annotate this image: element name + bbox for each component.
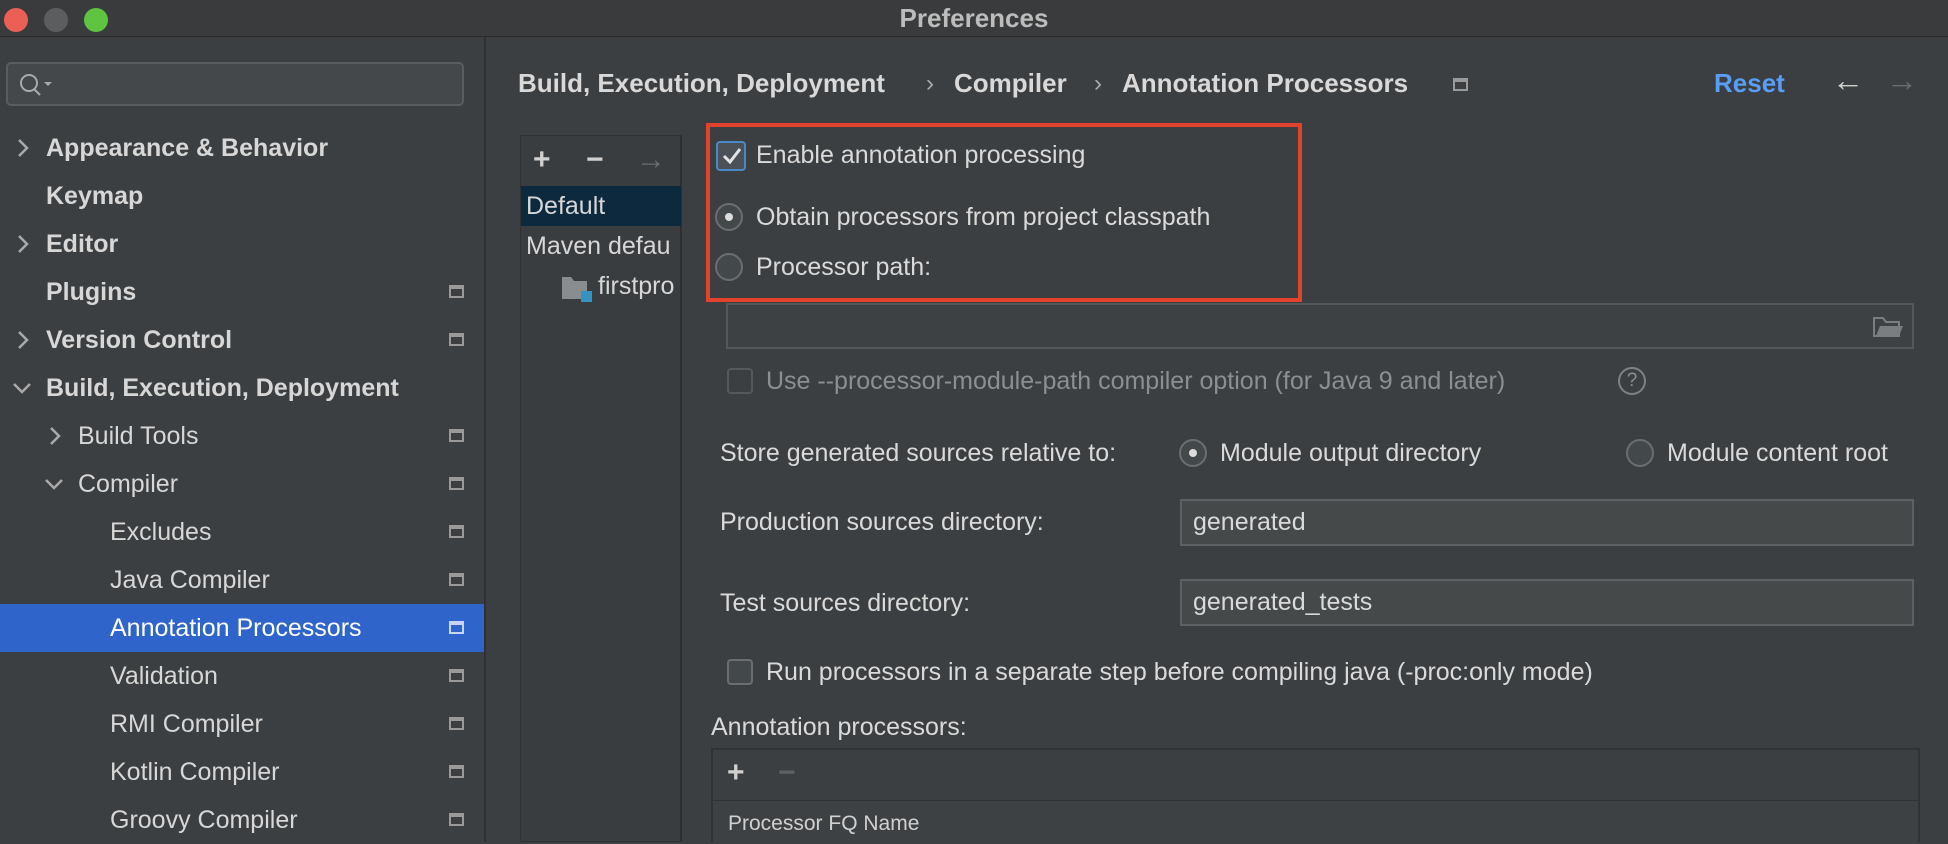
- forward-arrow-icon[interactable]: →: [1886, 62, 1918, 99]
- breadcrumb-item: Annotation Processors: [1122, 68, 1409, 98]
- chevron-right-icon: [18, 139, 29, 157]
- sidebar-item-excludes[interactable]: Excludes: [0, 508, 484, 556]
- project-settings-icon: [449, 813, 464, 826]
- profile-item-maven-default[interactable]: Maven defau: [526, 232, 681, 261]
- test-sources-value: generated_tests: [1193, 588, 1373, 616]
- sidebar-item-java-compiler[interactable]: Java Compiler: [0, 556, 484, 604]
- test-sources-label: Test sources directory:: [720, 589, 971, 617]
- production-sources-value: generated: [1193, 508, 1306, 536]
- sidebar-item-build-execution-deployment[interactable]: Build, Execution, Deployment: [0, 364, 484, 412]
- help-icon[interactable]: ?: [1618, 367, 1646, 395]
- back-arrow-icon[interactable]: ←: [1832, 62, 1864, 99]
- annotation-processors-toolbar: + −: [713, 750, 1918, 798]
- add-processor-button[interactable]: +: [727, 756, 745, 790]
- sidebar-item-build-tools[interactable]: Build Tools: [0, 412, 484, 460]
- sidebar-item-appearance-behavior[interactable]: Appearance & Behavior: [0, 124, 484, 172]
- project-settings-icon: [1453, 78, 1468, 91]
- project-settings-icon: [449, 765, 464, 778]
- processor-module-path-checkbox[interactable]: [727, 368, 753, 394]
- processor-path-label: Processor path:: [756, 253, 932, 281]
- enable-annotation-processing-checkbox[interactable]: [716, 141, 746, 171]
- sidebar-item-kotlin-compiler[interactable]: Kotlin Compiler: [0, 748, 484, 796]
- breadcrumb-item[interactable]: Compiler: [954, 68, 1067, 99]
- move-module-button[interactable]: →: [636, 143, 666, 177]
- add-profile-button[interactable]: +: [533, 143, 551, 177]
- profile-item-default[interactable]: Default: [526, 192, 605, 221]
- chevron-right-icon: [18, 331, 29, 349]
- sidebar-item-compiler[interactable]: Compiler: [0, 460, 484, 508]
- profile-item-module[interactable]: firstpro: [598, 272, 681, 301]
- chevron-down-icon: [13, 383, 31, 394]
- annotation-processors-label: Annotation processors:: [711, 713, 967, 741]
- run-separate-step-label: Run processors in a separate step before…: [766, 658, 1593, 686]
- run-separate-step-checkbox[interactable]: [727, 659, 753, 685]
- remove-processor-button[interactable]: −: [778, 756, 796, 790]
- sidebar-item-groovy-compiler[interactable]: Groovy Compiler: [0, 796, 484, 844]
- remove-profile-button[interactable]: −: [586, 143, 604, 177]
- module-content-root-label: Module content root: [1667, 439, 1888, 467]
- sidebar-item-plugins[interactable]: Plugins: [0, 268, 484, 316]
- sidebar-item-annotation-processors[interactable]: Annotation Processors: [0, 604, 484, 652]
- table-header: Processor FQ Name: [713, 800, 1918, 843]
- project-settings-icon: [449, 669, 464, 682]
- project-settings-icon: [449, 573, 464, 586]
- project-settings-icon: [449, 285, 464, 298]
- chevron-right-icon: [18, 235, 29, 253]
- processor-path-radio[interactable]: [715, 253, 743, 281]
- production-sources-label: Production sources directory:: [720, 508, 1044, 536]
- breadcrumb-separator: ›: [1094, 70, 1102, 97]
- project-settings-icon: [449, 621, 464, 634]
- processor-module-path-label: Use --processor-module-path compiler opt…: [766, 367, 1506, 395]
- reset-button[interactable]: Reset: [1714, 68, 1785, 99]
- module-output-directory-label: Module output directory: [1220, 439, 1482, 467]
- radio-dot: [1189, 449, 1197, 457]
- module-content-root-radio[interactable]: [1626, 439, 1654, 467]
- sidebar-item-editor[interactable]: Editor: [0, 220, 484, 268]
- module-output-directory-radio[interactable]: [1179, 439, 1207, 467]
- search-icon: [20, 74, 52, 96]
- checkmark-icon: [722, 148, 742, 165]
- project-settings-icon: [449, 717, 464, 730]
- sidebar-item-rmi-compiler[interactable]: RMI Compiler: [0, 700, 484, 748]
- store-generated-label: Store generated sources relative to:: [720, 439, 1117, 467]
- test-sources-input[interactable]: generated_tests: [1180, 579, 1914, 626]
- window-title: Preferences: [899, 3, 1049, 33]
- sidebar-item-validation[interactable]: Validation: [0, 652, 484, 700]
- sidebar-item-keymap[interactable]: Keymap: [0, 172, 484, 220]
- project-settings-icon: [449, 477, 464, 490]
- breadcrumb-separator: ›: [926, 70, 934, 97]
- chevron-down-icon: [45, 479, 63, 490]
- folder-browse-icon[interactable]: [1872, 314, 1904, 340]
- title-bar: Preferences: [0, 0, 1948, 37]
- obtain-from-classpath-radio[interactable]: [715, 203, 743, 231]
- module-folder-icon: [562, 277, 592, 302]
- sidebar-item-version-control[interactable]: Version Control: [0, 316, 484, 364]
- radio-dot: [725, 213, 733, 221]
- project-settings-icon: [449, 429, 464, 442]
- breadcrumb-item[interactable]: Build, Execution, Deployment: [518, 68, 885, 99]
- obtain-from-classpath-label: Obtain processors from project classpath: [756, 203, 1211, 231]
- project-settings-icon: [449, 333, 464, 346]
- chevron-right-icon: [50, 427, 61, 445]
- processor-path-input[interactable]: [726, 303, 1914, 349]
- production-sources-input[interactable]: generated: [1180, 499, 1914, 546]
- project-settings-icon: [449, 525, 464, 538]
- enable-annotation-processing-label: Enable annotation processing: [756, 141, 1086, 169]
- search-input[interactable]: [6, 62, 464, 106]
- column-processor-fq-name[interactable]: Processor FQ Name: [728, 812, 919, 836]
